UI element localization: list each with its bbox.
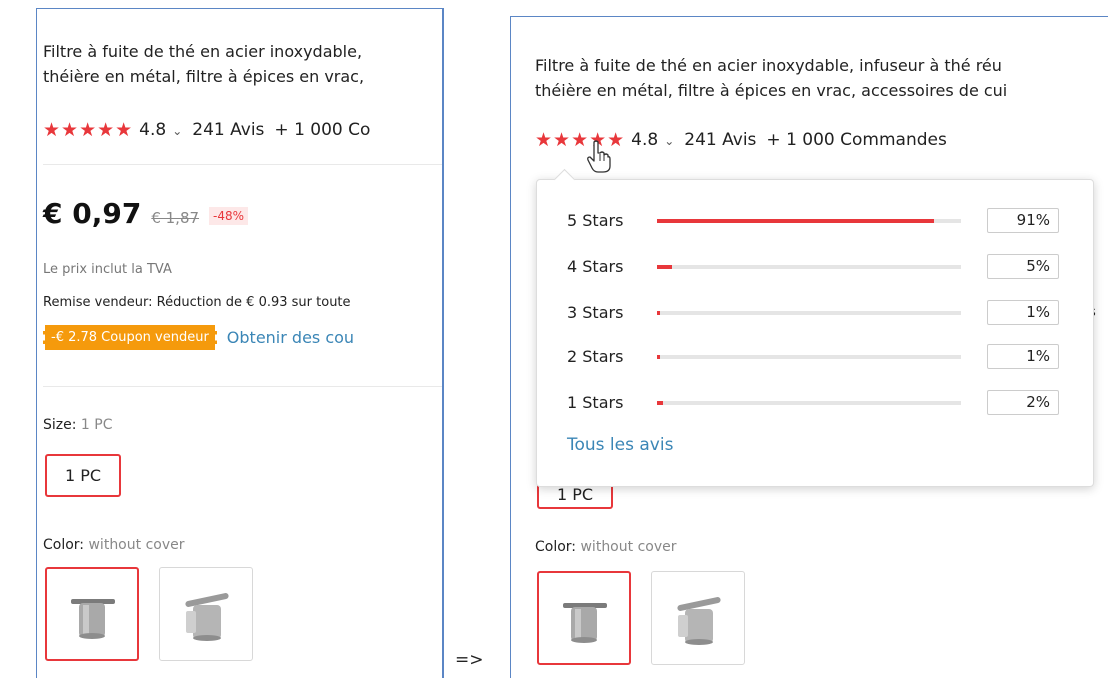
strainer-thumbnail-icon: [563, 603, 607, 643]
transition-arrow: =>: [455, 650, 484, 670]
product-title-line-2: théière en métal, filtre à épices en vra…: [535, 81, 1008, 100]
color-option-with-cover[interactable]: [651, 571, 745, 665]
hand-pointer-cursor-icon: [587, 140, 611, 173]
reviews-count[interactable]: 241 Avis: [192, 120, 264, 140]
rating-bar-track: [657, 218, 961, 223]
reviews-count[interactable]: 241 Avis: [684, 130, 756, 150]
color-label-text: Color:: [535, 539, 581, 555]
seller-coupon-badge[interactable]: -€ 2.78 Coupon vendeur: [43, 325, 217, 350]
rating-row-percent: 1%: [987, 300, 1059, 325]
rating-bar-fill: [657, 400, 663, 405]
rating-row-label: 2 Stars: [567, 347, 624, 366]
original-price: € 1,87: [151, 209, 200, 227]
color-option-with-cover[interactable]: [159, 567, 253, 661]
rating-row-3-stars: 3 Stars 1%: [567, 300, 1059, 325]
rating-row-percent: 2%: [987, 390, 1059, 415]
color-selected-value: without cover: [88, 537, 185, 553]
size-label-text: Size:: [43, 417, 81, 433]
rating-row-label: 5 Stars: [567, 211, 624, 230]
current-price: € 0,97: [43, 197, 142, 230]
divider: [43, 164, 442, 165]
color-label: Color: without cover: [535, 539, 676, 555]
color-option-without-cover[interactable]: [537, 571, 631, 665]
rating-row-percent: 5%: [987, 254, 1059, 279]
size-label: Size: 1 PC: [43, 417, 112, 433]
rating-row-5-stars: 5 Stars 91%: [567, 208, 1059, 233]
product-title-line-1: Filtre à fuite de thé en acier inoxydabl…: [535, 56, 1002, 75]
product-title: Filtre à fuite de thé en acier inoxydabl…: [535, 53, 1007, 103]
rating-bar-fill: [657, 218, 934, 223]
rating-row-label: 3 Stars: [567, 303, 624, 322]
color-label: Color: without cover: [43, 537, 184, 553]
rating-bar-track: [657, 310, 961, 315]
size-option-1pc[interactable]: 1 PC: [45, 454, 122, 497]
rating-score[interactable]: 4.8: [631, 130, 658, 150]
discount-badge: -48%: [209, 207, 249, 225]
coupon-row: -€ 2.78 Coupon vendeur Obtenir des cou: [43, 325, 354, 350]
price-block: € 0,97 € 1,87 -48%: [43, 197, 249, 230]
rating-bar-track: [657, 400, 961, 405]
rating-stars-icon[interactable]: ★★★★★: [43, 119, 133, 141]
product-title-line-2: théière en métal, filtre à épices en vra…: [43, 67, 365, 86]
rating-row-4-stars: 4 Stars 5%: [567, 254, 1059, 279]
size-selected-value: 1 PC: [80, 417, 113, 433]
rating-bar-fill: [657, 264, 672, 269]
rating-bar-fill: [657, 354, 660, 359]
color-option-without-cover[interactable]: [45, 567, 139, 661]
strainer-with-lid-thumbnail-icon: [185, 593, 229, 641]
rating-row-label: 1 Stars: [567, 393, 624, 412]
rating-row-1-stars: 1 Stars 2%: [567, 390, 1059, 415]
rating-row-2-stars: 2 Stars 1%: [567, 344, 1059, 369]
vat-note: Le prix inclut la TVA: [43, 262, 172, 277]
orders-count: + 1 000 Co: [274, 120, 371, 140]
rating-bar-track: [657, 264, 961, 269]
divider: [43, 386, 442, 387]
rating-row: ★★★★★ 4.8 ⌄ 241 Avis + 1 000 Co: [43, 119, 370, 141]
rating-bar-track: [657, 354, 961, 359]
product-title: Filtre à fuite de thé en acier inoxydabl…: [43, 39, 364, 89]
rating-row-label: 4 Stars: [567, 257, 624, 276]
strainer-with-lid-thumbnail-icon: [677, 597, 721, 645]
product-title-line-1: Filtre à fuite de thé en acier inoxydabl…: [43, 42, 363, 61]
rating-distribution-popup: 5 Stars 91% 4 Stars 5% 3 Stars 1% 2 Star…: [536, 168, 1094, 487]
color-label-text: Color:: [43, 537, 89, 553]
get-coupons-link[interactable]: Obtenir des cou: [227, 328, 354, 347]
strainer-thumbnail-icon: [71, 599, 115, 639]
orders-count: + 1 000 Commandes: [766, 130, 947, 150]
rating-bar-fill: [657, 310, 660, 315]
chevron-down-icon[interactable]: ⌄: [172, 124, 182, 138]
rating-row-percent: 91%: [987, 208, 1059, 233]
chevron-down-icon[interactable]: ⌄: [664, 134, 674, 148]
seller-discount: Remise vendeur: Réduction de € 0.93 sur …: [43, 295, 351, 310]
rating-row-percent: 1%: [987, 344, 1059, 369]
rating-score[interactable]: 4.8: [139, 120, 166, 140]
product-panel-before: Filtre à fuite de thé en acier inoxydabl…: [36, 8, 444, 678]
color-selected-value: without cover: [580, 539, 677, 555]
all-reviews-link[interactable]: Tous les avis: [567, 435, 673, 455]
